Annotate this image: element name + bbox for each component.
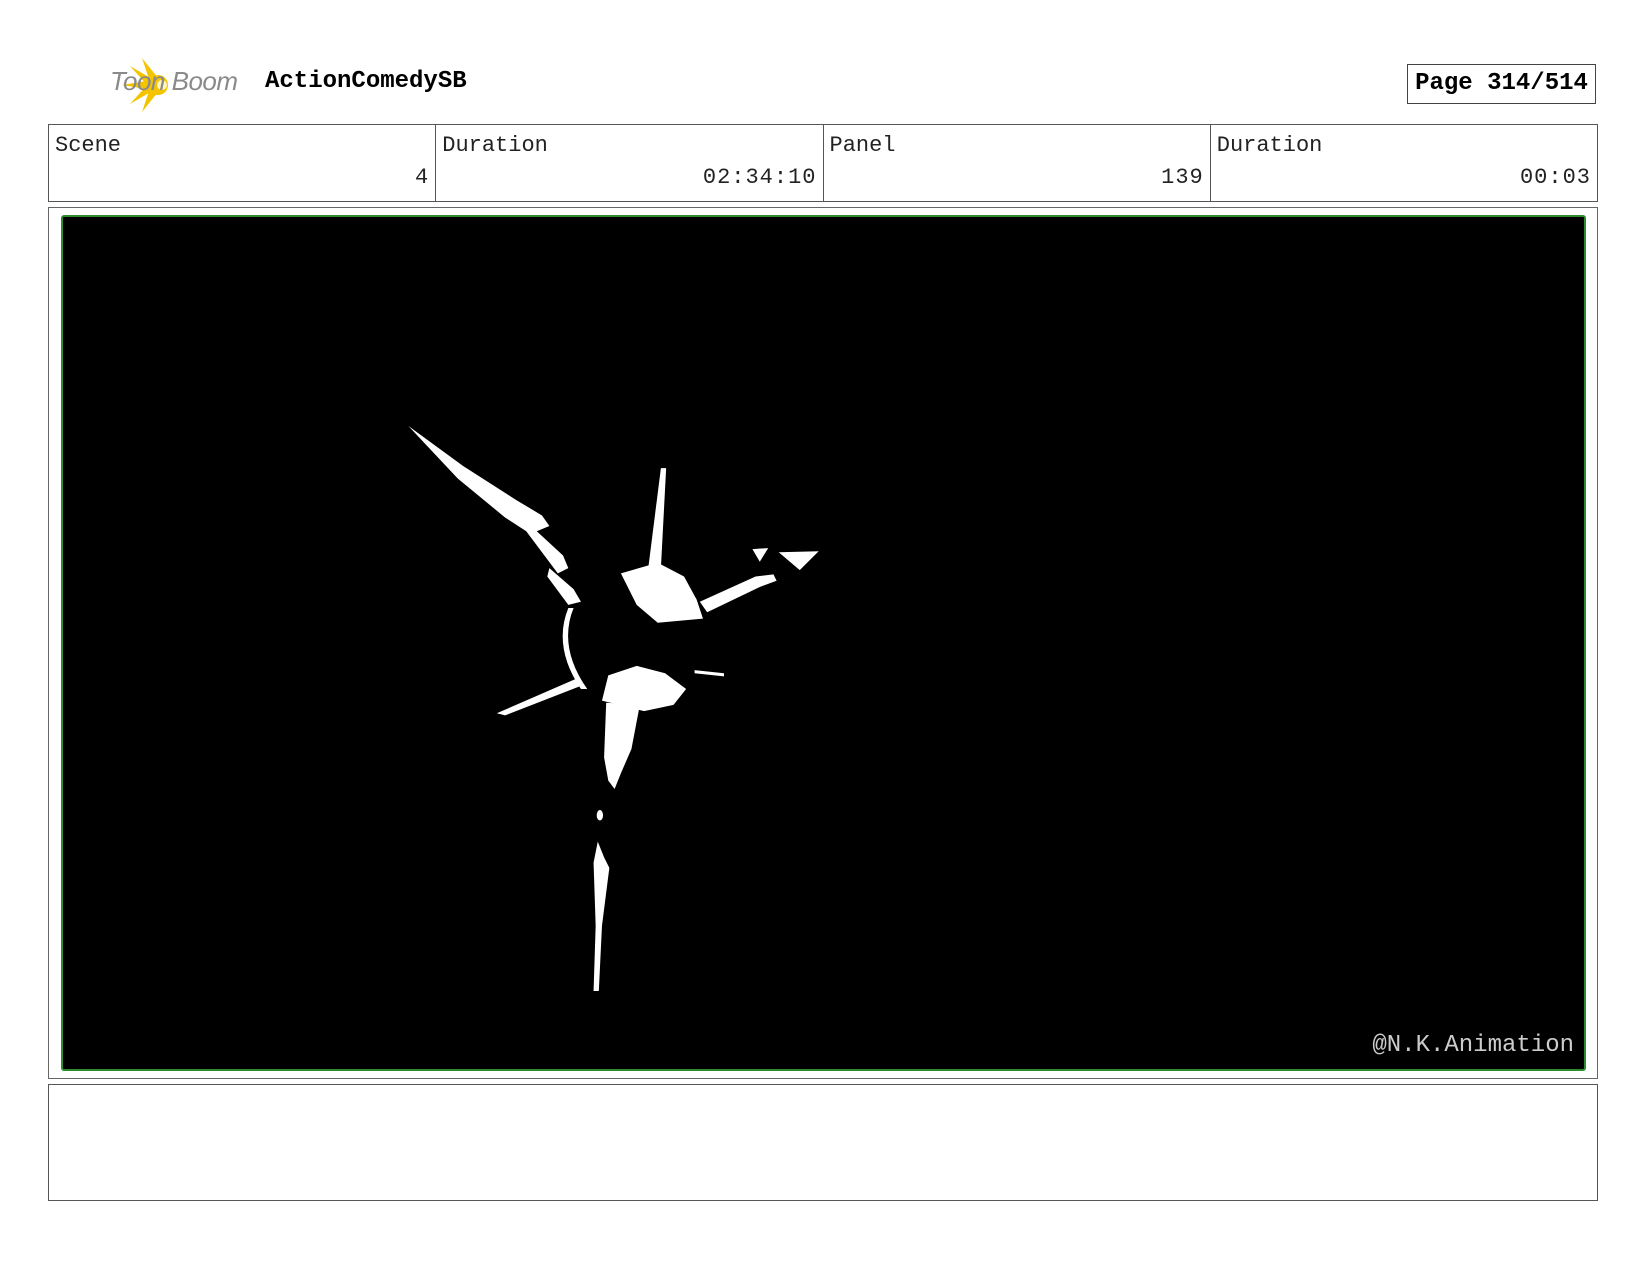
info-table: Scene 4 Duration 02:34:10 Panel 139 Dura… — [48, 124, 1598, 202]
scene-duration-label: Duration — [442, 133, 548, 158]
scene-label: Scene — [55, 133, 122, 158]
panel-duration-cell: Duration 00:03 — [1211, 125, 1597, 201]
scene-cell: Scene 4 — [49, 125, 437, 201]
scene-duration-value: 02:34:10 — [702, 165, 817, 190]
scene-value: 4 — [415, 165, 430, 190]
panel-value: 139 — [1161, 165, 1204, 190]
watermark: @N.K.Animation — [1372, 1032, 1574, 1059]
panel-image: @N.K.Animation — [61, 215, 1586, 1071]
panel-duration-label: Duration — [1216, 133, 1323, 158]
panel-duration-value: 00:03 — [1519, 165, 1591, 190]
scene-duration-cell: Duration 02:34:10 — [436, 125, 824, 201]
notes-box — [48, 1084, 1598, 1201]
project-title: ActionComedySB — [265, 68, 467, 95]
logo-text: Toon Boom — [110, 66, 238, 96]
panel-cell: Panel 139 — [824, 125, 1211, 201]
page-number: Page 314/514 — [1407, 64, 1596, 104]
panel-label: Panel — [829, 133, 896, 158]
